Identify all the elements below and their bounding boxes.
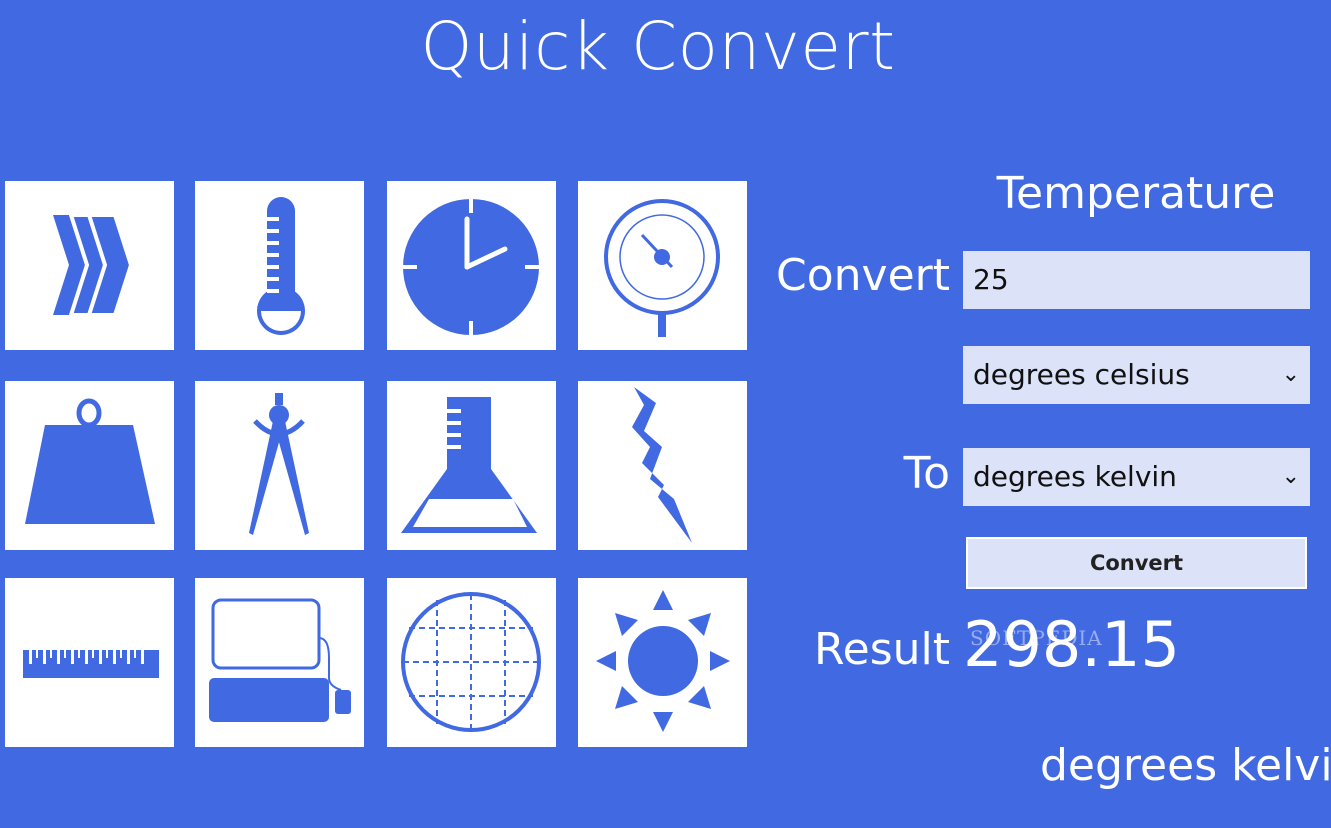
chevrons-icon <box>53 213 134 317</box>
compass-drawing-icon <box>249 393 309 535</box>
category-tile-time[interactable] <box>387 181 556 350</box>
clock-icon <box>403 199 539 335</box>
category-tile-light[interactable] <box>578 578 747 747</box>
flask-icon <box>401 397 537 533</box>
computer-icon <box>209 598 351 722</box>
category-tile-weight[interactable] <box>5 381 174 550</box>
chevron-down-icon: ⌄ <box>1281 362 1300 387</box>
sun-icon <box>596 590 730 732</box>
ruler-icon <box>23 650 159 678</box>
convert-label: Convert <box>776 250 950 301</box>
chevron-down-icon: ⌄ <box>1281 464 1300 489</box>
watermark: SOFTPEDIA <box>970 626 1103 650</box>
from-unit-select[interactable]: degrees celsius ⌄ <box>963 346 1310 404</box>
category-tile-area[interactable] <box>387 578 556 747</box>
category-tile-pressure[interactable] <box>578 181 747 350</box>
globe-grid-icon <box>401 592 541 732</box>
lightning-bolt-icon <box>632 387 692 543</box>
result-label: Result <box>814 624 950 675</box>
category-tile-speed[interactable] <box>5 181 174 350</box>
category-tile-data[interactable] <box>195 578 364 747</box>
convert-button[interactable]: Convert <box>966 537 1307 589</box>
category-tile-geometry[interactable] <box>195 381 364 550</box>
category-tile-length[interactable] <box>5 578 174 747</box>
to-label: To <box>903 448 950 499</box>
to-unit-select[interactable]: degrees kelvin ⌄ <box>963 448 1310 506</box>
app-title: Quick Convert <box>420 8 896 85</box>
from-unit-value: degrees celsius <box>973 358 1190 391</box>
thermometer-icon <box>257 197 305 335</box>
pressure-gauge-icon <box>604 199 720 337</box>
value-input[interactable]: 25 <box>963 251 1310 309</box>
category-tile-energy[interactable] <box>578 381 747 550</box>
category-tile-volume[interactable] <box>387 381 556 550</box>
app-window: Quick Convert Temperature Convert 25 deg… <box>0 0 1331 828</box>
section-title: Temperature <box>996 168 1276 219</box>
category-tile-temperature[interactable] <box>195 181 364 350</box>
to-unit-value: degrees kelvin <box>973 460 1177 493</box>
weight-icon <box>25 398 155 524</box>
result-unit: degrees kelvin <box>1040 740 1331 791</box>
